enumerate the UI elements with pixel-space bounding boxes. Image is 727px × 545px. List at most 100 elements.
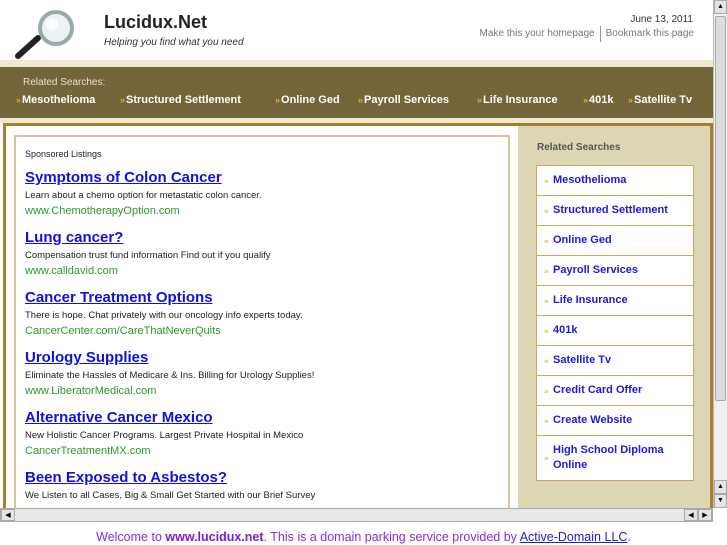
chevron-icon: »	[583, 95, 589, 105]
nav-item[interactable]: »401k	[583, 94, 614, 106]
ad-url[interactable]: CancerCenter.com/CareThatNeverQuits	[25, 325, 505, 337]
sidebar-item[interactable]: » Payroll Services	[537, 256, 693, 286]
nav-label: Related Searches:	[23, 77, 106, 88]
horizontal-scrollbar[interactable]: ◀ ◀ ▶	[0, 508, 713, 522]
ad-listing: Been Exposed to Asbestos? We Listen to al…	[25, 469, 505, 501]
sponsored-listings: Sponsored Listings Symptoms of Colon Can…	[14, 135, 510, 508]
footer-text: Welcome to	[96, 530, 166, 544]
sidebar-item[interactable]: » Satellite Tv	[537, 346, 693, 376]
scroll-down-icon[interactable]: ▼	[714, 494, 727, 508]
related-searches-nav: Related Searches: »Mesothelioma »Structu…	[0, 67, 713, 118]
ad-url[interactable]: www.calldavid.com	[25, 265, 505, 277]
date: June 13, 2011	[630, 14, 693, 25]
nav-item[interactable]: »Structured Settlement	[120, 94, 241, 106]
sidebar-item-label: High School Diploma Online	[553, 444, 664, 471]
scroll-left-icon[interactable]: ◀	[684, 509, 698, 521]
ad-listing: Urology Supplies Eliminate the Hassles of…	[25, 349, 505, 397]
chevron-icon: »	[544, 386, 549, 395]
tagline: Helping you find what you need	[104, 37, 244, 48]
ad-url[interactable]: CancerTreatmentMX.com	[25, 445, 505, 457]
ad-url[interactable]: www.LiberatorMedical.com	[25, 385, 505, 397]
ad-title-link[interactable]: Been Exposed to Asbestos?	[25, 469, 505, 486]
ad-description: We Listen to all Cases, Big & Small Get …	[25, 490, 316, 501]
ad-title-link[interactable]: Symptoms of Colon Cancer	[25, 169, 505, 186]
sidebar-item-label: 401k	[553, 324, 578, 336]
provider-link[interactable]: Active-Domain LLC	[520, 530, 628, 544]
bookmark-link[interactable]: Bookmark this page	[601, 28, 699, 42]
scrollbar-thumb[interactable]	[715, 16, 726, 401]
ad-listing: Alternative Cancer Mexico New Holistic Ca…	[25, 409, 505, 457]
nav-item[interactable]: »Mesothelioma	[16, 94, 95, 106]
ad-description: Compensation trust fund information Find…	[25, 250, 271, 261]
ad-description: Learn about a chemo option for metastati…	[25, 190, 262, 201]
sidebar-item-label: Mesothelioma	[553, 174, 627, 186]
sidebar-item-label: Credit Card Offer	[553, 384, 643, 396]
ad-url[interactable]: www.ChemotherapyOption.com	[25, 205, 505, 217]
footer-text: . This is a domain parking service provi…	[263, 530, 520, 544]
chevron-icon: »	[544, 266, 549, 275]
ad-listing: Cancer Treatment Options There is hope. C…	[25, 289, 505, 337]
ad-title-link[interactable]: Urology Supplies	[25, 349, 505, 366]
chevron-icon: »	[120, 95, 126, 105]
footer-text: .	[627, 530, 631, 544]
chevron-icon: »	[544, 296, 549, 305]
sidebar-item-label: Satellite Tv	[553, 354, 612, 366]
make-homepage-link[interactable]: Make this your homepage	[475, 28, 600, 42]
chevron-icon: »	[358, 95, 364, 105]
chevron-icon: »	[544, 236, 549, 245]
sidebar-heading: Related Searches	[537, 142, 621, 153]
sidebar-item[interactable]: » High School Diploma Online	[537, 436, 693, 480]
divider	[0, 60, 713, 67]
nav-item[interactable]: »Payroll Services	[358, 94, 449, 106]
scroll-up-icon[interactable]: ▲	[714, 0, 727, 14]
related-searches-sidebar: Related Searches » Mesothelioma » Structur…	[518, 126, 710, 508]
chevron-icon: »	[477, 95, 483, 105]
chevron-icon: »	[544, 206, 549, 215]
ad-description: Eliminate the Hassles of Medicare & Ins.…	[25, 370, 315, 381]
nav-item-label: 401k	[589, 94, 614, 106]
site-title: Lucidux.Net	[104, 12, 208, 32]
chevron-icon: »	[544, 176, 549, 185]
chevron-icon: »	[544, 453, 549, 463]
footer: Welcome to www.lucidux.net. This is a do…	[0, 530, 727, 544]
ad-title-link[interactable]: Lung cancer?	[25, 229, 505, 246]
chevron-icon: »	[544, 356, 549, 365]
sidebar-item[interactable]: » Online Ged	[537, 226, 693, 256]
scroll-up-icon[interactable]: ▲	[714, 480, 727, 494]
scroll-right-icon[interactable]: ▶	[698, 509, 712, 521]
sidebar-item-label: Online Ged	[553, 234, 612, 246]
nav-item-label: Mesothelioma	[22, 94, 96, 106]
sidebar-item-label: Payroll Services	[553, 264, 639, 276]
nav-item-label: Life Insurance	[483, 94, 558, 106]
sidebar-item[interactable]: » Credit Card Offer	[537, 376, 693, 406]
ad-description: There is hope. Chat privately with our o…	[25, 310, 303, 321]
content-frame: Sponsored Listings Symptoms of Colon Can…	[3, 123, 713, 508]
nav-item-label: Payroll Services	[364, 94, 450, 106]
sidebar-item-label: Life Insurance	[553, 294, 628, 306]
ad-title-link[interactable]: Alternative Cancer Mexico	[25, 409, 505, 426]
ad-title-link[interactable]: Cancer Treatment Options	[25, 289, 505, 306]
vertical-scrollbar[interactable]: ▲ ▲ ▼	[713, 0, 727, 508]
magnifying-glass-icon	[15, 10, 74, 59]
sidebar-item[interactable]: » Mesothelioma	[537, 166, 693, 196]
ad-description: New Holistic Cancer Programs. Largest Pr…	[25, 430, 304, 441]
nav-item[interactable]: »Life Insurance	[477, 94, 558, 106]
chevron-icon: »	[544, 416, 549, 425]
sidebar-item-label: Structured Settlement	[553, 204, 668, 216]
sponsored-label: Sponsored Listings	[25, 149, 102, 159]
sidebar-item[interactable]: » Create Website	[537, 406, 693, 436]
sidebar-item[interactable]: » Life Insurance	[537, 286, 693, 316]
ad-listing: Lung cancer? Compensation trust fund info…	[25, 229, 505, 277]
sidebar-item[interactable]: » Structured Settlement	[537, 196, 693, 226]
nav-item-label: Satellite Tv	[634, 94, 693, 106]
sidebar-item[interactable]: » 401k	[537, 316, 693, 346]
nav-item-label: Online Ged	[281, 94, 340, 106]
sidebar-item-label: Create Website	[553, 414, 633, 426]
nav-item[interactable]: »Online Ged	[275, 94, 340, 106]
scroll-left-icon[interactable]: ◀	[1, 509, 15, 521]
ad-listing: Symptoms of Colon Cancer Learn about a ch…	[25, 169, 505, 217]
nav-item[interactable]: »Satellite Tv	[628, 94, 692, 106]
footer-domain: www.lucidux.net	[165, 530, 264, 544]
chevron-icon: »	[275, 95, 281, 105]
chevron-icon: »	[544, 326, 549, 335]
